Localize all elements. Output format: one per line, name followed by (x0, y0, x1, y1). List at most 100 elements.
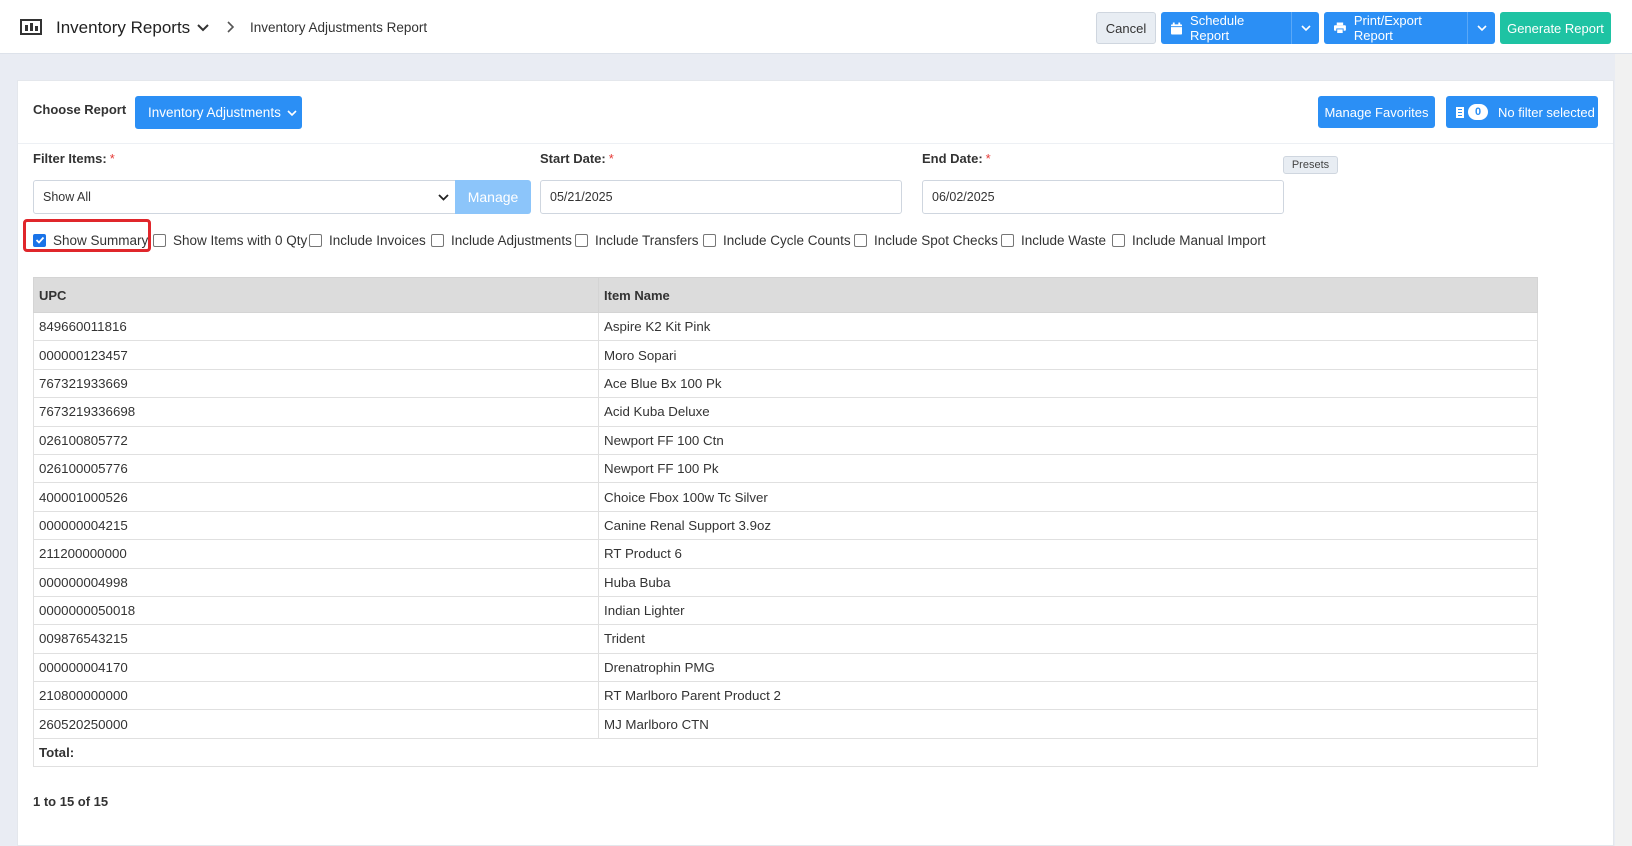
column-header-item-name[interactable]: Item Name (598, 277, 1538, 313)
cell-item-name: Choice Fbox 100w Tc Silver (598, 482, 1538, 512)
checkbox-icon[interactable] (153, 233, 166, 247)
option-include-invoices[interactable]: Include Invoices (309, 225, 426, 255)
cell-item-name: Huba Buba (598, 567, 1538, 597)
option-label: Include Adjustments (451, 232, 572, 248)
table-row[interactable]: 000000004170 Drenatrophin PMG (33, 652, 1538, 683)
end-date-input[interactable]: 06/02/2025 (922, 180, 1284, 214)
cell-item-name: Drenatrophin PMG (598, 652, 1538, 683)
cell-upc: 211200000000 (33, 539, 599, 569)
table-row[interactable]: 211200000000 RT Product 6 (33, 539, 1538, 569)
table-row[interactable]: 849660011816 Aspire K2 Kit Pink (33, 311, 1538, 342)
cancel-button[interactable]: Cancel (1096, 12, 1156, 44)
filter-button[interactable]: 0 No filter selected (1446, 96, 1598, 128)
option-label: Include Cycle Counts (723, 232, 851, 248)
option-label: Include Invoices (329, 232, 426, 248)
chevron-down-icon (438, 194, 449, 201)
breadcrumb: Inventory Adjustments Report (250, 20, 428, 35)
chevron-down-icon[interactable] (196, 21, 210, 35)
presets-button[interactable]: Presets (1283, 156, 1338, 174)
total-label: Total: (33, 737, 1538, 768)
scrollbar[interactable] (1615, 54, 1632, 846)
cell-upc: 009876543215 (33, 624, 599, 654)
cell-upc: 026100005776 (33, 453, 599, 484)
print-export-main[interactable]: Print/Export Report (1324, 12, 1467, 44)
report-dropdown-label: Inventory Adjustments (148, 105, 281, 120)
print-export-button[interactable]: Print/Export Report (1324, 12, 1495, 44)
generate-report-button[interactable]: Generate Report (1500, 12, 1611, 44)
option-include-waste[interactable]: Include Waste (1001, 225, 1106, 255)
column-header-upc[interactable]: UPC (33, 277, 599, 313)
checkbox-icon[interactable] (575, 233, 588, 247)
cell-item-name: RT Marlboro Parent Product 2 (598, 681, 1538, 711)
table-row[interactable]: 260520250000 MJ Marlboro CTN (33, 709, 1538, 739)
filter-icon (1456, 106, 1464, 118)
chevron-down-icon (1300, 25, 1311, 32)
option-include-transfers[interactable]: Include Transfers (575, 225, 699, 255)
table-row[interactable]: 026100805772 Newport FF 100 Ctn (33, 425, 1538, 455)
option-label: Include Waste (1021, 232, 1107, 248)
option-show-zero-qty[interactable]: Show Items with 0 Qty (153, 225, 307, 255)
print-export-caret[interactable] (1467, 12, 1495, 44)
report-card: Choose Report Inventory Adjustments Mana… (17, 80, 1614, 846)
table-row[interactable]: 000000004998 Huba Buba (33, 567, 1538, 597)
filter-items-value: Show All (43, 190, 91, 204)
option-include-spot-checks[interactable]: Include Spot Checks (854, 225, 998, 255)
option-label: Show Items with 0 Qty (173, 232, 308, 248)
cell-upc: 210800000000 (33, 681, 599, 711)
report-toolbar: Choose Report Inventory Adjustments Mana… (18, 81, 1613, 144)
calendar-icon (1171, 22, 1183, 34)
cell-item-name: Canine Renal Support 3.9oz (598, 510, 1538, 541)
checkbox-icon[interactable] (309, 233, 322, 247)
option-include-adjustments[interactable]: Include Adjustments (431, 225, 572, 255)
checkbox-icon[interactable] (854, 233, 867, 247)
table-body: 849660011816 Aspire K2 Kit Pink 0000001234… (33, 311, 1538, 768)
cell-item-name: Indian Lighter (598, 595, 1538, 626)
table-row[interactable]: 767321933669 Ace Blue Bx 100 Pk (33, 368, 1538, 399)
page-title[interactable]: Inventory Reports (56, 18, 190, 38)
schedule-report-label: Schedule Report (1190, 13, 1245, 43)
manage-button[interactable]: Manage (455, 180, 531, 214)
table-row[interactable]: 000000004215 Canine Renal Support 3.9oz (33, 510, 1538, 541)
report-dropdown[interactable]: Inventory Adjustments (135, 96, 302, 129)
table-row[interactable]: 210800000000 RT Marlboro Parent Product 2 (33, 681, 1538, 711)
report-options: Show Summary Show Items with 0 Qty Inclu… (18, 225, 1613, 255)
printer-icon (1334, 22, 1346, 34)
filter-label: No filter selected (1498, 104, 1595, 120)
schedule-report-button[interactable]: Schedule Report (1161, 12, 1319, 44)
schedule-report-caret[interactable] (1291, 12, 1319, 44)
table-row[interactable]: 400001000526 Choice Fbox 100w Tc Silver (33, 482, 1538, 512)
filter-items-select[interactable]: Show All (33, 180, 456, 214)
table-row[interactable]: 026100005776 Newport FF 100 Pk (33, 453, 1538, 484)
filter-items-label: Filter Items: * (33, 151, 115, 166)
manage-favorites-button[interactable]: Manage Favorites (1318, 96, 1435, 128)
cell-upc: 000000004998 (33, 567, 599, 597)
filter-items-label-text: Filter Items: (33, 151, 107, 166)
table-row[interactable]: 0000000050018 Indian Lighter (33, 595, 1538, 626)
cell-item-name: Newport FF 100 Pk (598, 453, 1538, 484)
cell-item-name: Trident (598, 624, 1538, 654)
cell-upc: 0000000050018 (33, 595, 599, 626)
end-date-label-text: End Date: (922, 151, 983, 166)
checkbox-icon[interactable] (1112, 233, 1125, 247)
table-row[interactable]: 009876543215 Trident (33, 624, 1538, 654)
option-include-manual-import[interactable]: Include Manual Import (1112, 225, 1266, 255)
option-include-cycle-counts[interactable]: Include Cycle Counts (703, 225, 851, 255)
schedule-report-main[interactable]: Schedule Report (1161, 12, 1291, 44)
checkbox-icon[interactable] (1001, 233, 1014, 247)
chevron-right-icon (227, 21, 235, 33)
table-total-row: Total: (33, 737, 1538, 768)
table-row[interactable]: 000000123457 Moro Sopari (33, 340, 1538, 370)
checkbox-icon[interactable] (703, 233, 716, 247)
checkbox-icon[interactable] (431, 233, 444, 247)
choose-report-label: Choose Report (33, 102, 127, 117)
pagination-summary: 1 to 15 of 15 (33, 794, 109, 809)
option-label: Include Spot Checks (874, 232, 998, 248)
cell-upc: 000000123457 (33, 340, 599, 370)
cell-upc: 849660011816 (33, 311, 599, 342)
start-date-input[interactable]: 05/21/2025 (540, 180, 902, 214)
cell-item-name: Newport FF 100 Ctn (598, 425, 1538, 455)
inventory-icon (20, 19, 42, 35)
table-header-row: UPC Item Name (33, 277, 1538, 313)
table-row[interactable]: 7673219336698 Acid Kuba Deluxe (33, 397, 1538, 427)
cell-upc: 260520250000 (33, 709, 599, 739)
